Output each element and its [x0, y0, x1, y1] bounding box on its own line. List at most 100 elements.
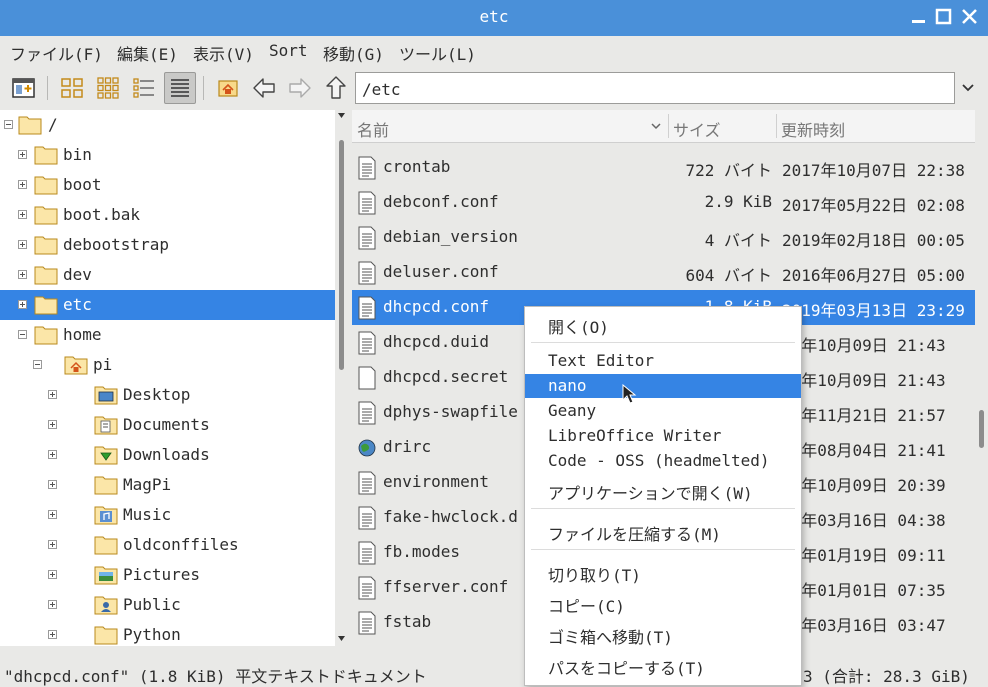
file-row[interactable]: debconf.conf 2.9 KiB 2017年05月22日 02:08: [352, 185, 975, 220]
back-button[interactable]: [248, 72, 280, 104]
menu-file[interactable]: ファイル(F): [10, 41, 103, 65]
file-size: 2.9 KiB: [704, 192, 772, 211]
file-size: 604 バイト: [685, 266, 772, 285]
file-modified: 19年03月16日 04:38: [782, 511, 946, 530]
menu-copy[interactable]: コピー(C): [525, 591, 801, 616]
window-title: etc: [479, 7, 509, 26]
menu-tools[interactable]: ツール(L): [399, 41, 476, 65]
file-row[interactable]: crontab 722 バイト 2017年10月07日 22:38: [352, 150, 975, 185]
text-file-icon: [358, 506, 376, 530]
menu-open-with[interactable]: アプリケーションで開く(W): [525, 478, 801, 503]
file-modified: 18年10月09日 20:39: [782, 476, 946, 495]
blank-file-icon: [358, 366, 376, 390]
new-window-button[interactable]: [8, 72, 40, 104]
view-thumbnails-button[interactable]: [92, 72, 124, 104]
context-menu: 開く(O) Text Editor nano Geany LibreOffice…: [524, 306, 802, 686]
up-button[interactable]: [320, 72, 352, 104]
status-bar: "dhcpcd.conf" (1.8 KiB) 平文テキストドキュメント 3 (…: [0, 660, 988, 686]
minimize-button[interactable]: [908, 6, 930, 28]
file-size: 4 バイト: [704, 231, 772, 250]
file-modified: 19年03月16日 03:47: [782, 616, 946, 635]
text-file-icon: [358, 611, 376, 635]
text-file-icon: [358, 401, 376, 425]
menu-cut[interactable]: 切り取り(T): [525, 560, 801, 585]
text-file-icon: [358, 296, 376, 320]
view-icons-button[interactable]: [56, 72, 88, 104]
menu-view[interactable]: 表示(V): [193, 41, 254, 65]
file-name: dhcpcd.conf: [383, 297, 489, 316]
detailed-list-icon: [171, 79, 189, 97]
file-modified: 2017年10月07日 22:38: [782, 161, 965, 180]
location-history-button[interactable]: [960, 80, 976, 100]
status-selection: "dhcpcd.conf" (1.8 KiB) 平文テキストドキュメント: [4, 667, 427, 686]
column-size[interactable]: サイズ: [673, 117, 721, 141]
menu-copy-path[interactable]: パスをコピーする(T): [525, 653, 801, 678]
maximize-button[interactable]: [933, 6, 955, 28]
file-name: dphys-swapfile: [383, 402, 518, 421]
menu-open[interactable]: 開く(O): [525, 312, 801, 337]
location-bar[interactable]: [355, 72, 962, 105]
collapse-icon[interactable]: [4, 120, 13, 129]
menu-move-to-trash[interactable]: ゴミ箱へ移動(T): [525, 622, 801, 647]
file-name: environment: [383, 472, 489, 491]
file-row[interactable]: debian_version 4 バイト 2019年02月18日 00:05: [352, 220, 975, 255]
file-name: dhcpcd.secret: [383, 367, 509, 386]
file-modified: 17年08月04日 21:41: [782, 441, 946, 460]
file-name: fake-hwclock.d: [383, 507, 518, 526]
file-modified: 2017年05月22日 02:08: [782, 196, 965, 215]
view-detailed-list-button[interactable]: [164, 72, 196, 104]
menu-edit[interactable]: 編集(E): [117, 41, 178, 65]
file-name: dhcpcd.duid: [383, 332, 489, 351]
file-name: deluser.conf: [383, 262, 499, 281]
file-name: fstab: [383, 612, 432, 631]
file-name: debian_version: [383, 227, 518, 246]
file-modified: 17年01月19日 09:11: [782, 546, 946, 565]
file-modified: 2019年03月13日 23:29: [782, 301, 965, 320]
menu-open-text-editor[interactable]: Text Editor: [525, 349, 801, 373]
file-size: 722 バイト: [685, 161, 772, 180]
column-modified[interactable]: 更新時刻: [781, 117, 845, 141]
thumbnail-view-icon: [97, 77, 119, 99]
arrow-right-icon: [289, 78, 311, 98]
text-file-icon: [358, 226, 376, 250]
column-header: 名前 サイズ 更新時刻: [352, 110, 975, 143]
location-input[interactable]: [356, 73, 962, 105]
file-name: fb.modes: [383, 542, 461, 561]
arrow-up-icon: [326, 76, 346, 99]
file-modified: 18年11月21日 21:57: [782, 406, 946, 425]
mouse-cursor-icon: [622, 384, 637, 404]
compact-view-icon: [133, 78, 154, 98]
menu-go[interactable]: 移動(G): [323, 41, 384, 65]
chevron-down-icon: [962, 84, 974, 92]
column-name[interactable]: 名前: [357, 117, 389, 141]
icon-view-icon: [61, 78, 83, 98]
file-name: crontab: [383, 157, 451, 176]
text-file-icon: [358, 471, 376, 495]
file-list-scrollbar[interactable]: [975, 110, 988, 646]
file-name: drirc: [383, 437, 432, 456]
file-modified: 18年10月09日 21:43: [782, 336, 946, 355]
file-name: debconf.conf: [383, 192, 499, 211]
arrow-left-icon: [253, 78, 275, 98]
menu-compress[interactable]: ファイルを圧縮する(M): [525, 519, 801, 544]
menu-open-libreoffice-writer[interactable]: LibreOffice Writer: [525, 424, 801, 448]
status-free-space: 3 (合計: 28.3 GiB): [803, 667, 970, 686]
menu-sort[interactable]: Sort: [269, 41, 308, 60]
home-button[interactable]: [212, 72, 244, 104]
sort-chevron-icon: [651, 123, 661, 130]
menu-open-nano[interactable]: nano: [525, 374, 801, 398]
menu-open-geany[interactable]: Geany: [525, 399, 801, 423]
file-row[interactable]: deluser.conf 604 バイト 2016年06月27日 05:00: [352, 255, 975, 290]
xml-file-icon: [358, 439, 376, 457]
forward-button[interactable]: [284, 72, 316, 104]
file-modified: 2019年02月18日 00:05: [782, 231, 965, 250]
home-icon: [218, 80, 238, 97]
new-window-icon: [12, 78, 35, 98]
file-modified: 2016年06月27日 05:00: [782, 266, 965, 285]
file-modified: 18年01月01日 07:35: [782, 581, 946, 600]
tree-item-root[interactable]: /: [0, 110, 335, 140]
view-compact-button[interactable]: [128, 72, 160, 104]
close-button[interactable]: [959, 6, 981, 28]
menu-open-code-oss[interactable]: Code - OSS (headmelted): [525, 449, 801, 473]
title-bar: etc: [0, 0, 988, 36]
